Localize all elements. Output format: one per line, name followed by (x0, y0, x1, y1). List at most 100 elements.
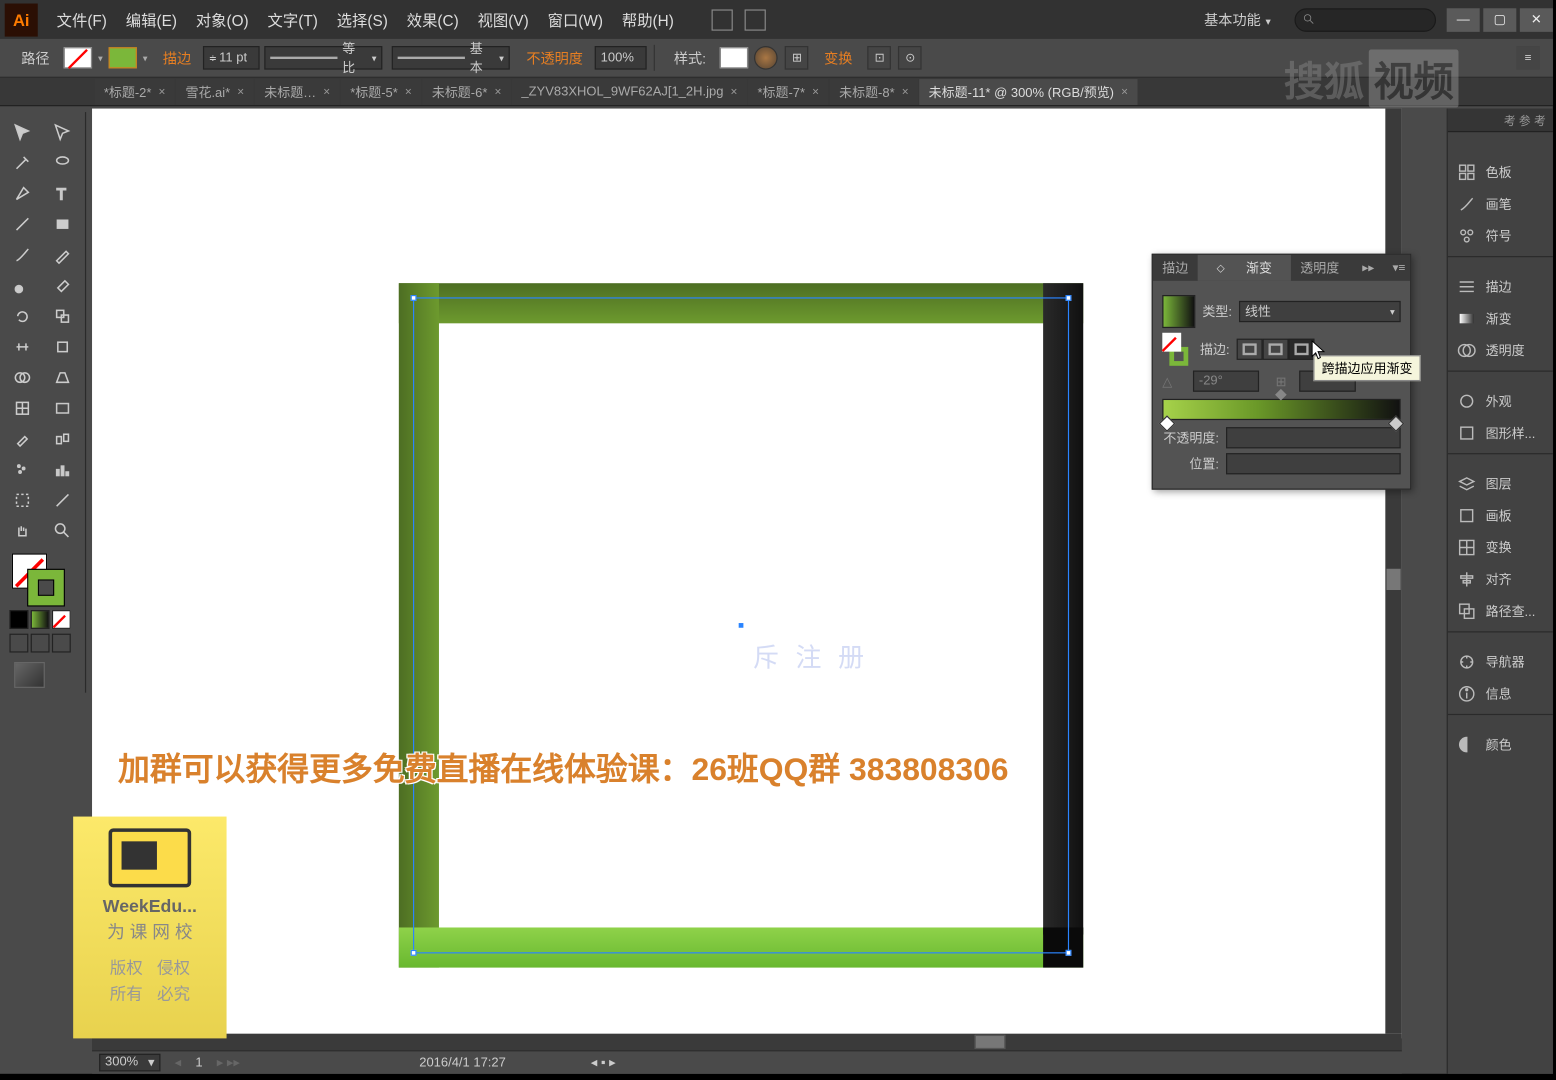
opacity-label[interactable]: 不透明度 (526, 48, 583, 68)
controlbar-menu-icon[interactable]: ≡ (1516, 46, 1540, 70)
rotate-tool[interactable] (4, 302, 42, 330)
panel-tab-gradient[interactable]: ◇渐变 (1198, 255, 1291, 281)
blend-tool[interactable] (44, 425, 82, 453)
draw-normal-button[interactable] (9, 634, 28, 653)
type-tool[interactable]: T (44, 179, 82, 207)
gradient-tool[interactable] (44, 394, 82, 422)
gradient-mode-button[interactable] (31, 610, 50, 629)
menu-view[interactable]: 视图(V) (468, 8, 538, 30)
menu-type[interactable]: 文字(T) (258, 8, 327, 30)
magic-wand-tool[interactable] (4, 149, 42, 177)
search-input[interactable] (1294, 8, 1436, 32)
stroke-gradient-along-button[interactable] (1263, 339, 1289, 360)
stop-opacity-input[interactable] (1226, 427, 1401, 448)
panel-tab-stroke[interactable]: 描边 (1153, 255, 1198, 281)
menu-object[interactable]: 对象(O) (186, 8, 258, 30)
maximize-button[interactable]: ▢ (1483, 8, 1516, 32)
minimize-button[interactable]: — (1447, 8, 1480, 32)
gradient-ramp[interactable] (1162, 399, 1400, 420)
stop-location-input[interactable] (1226, 453, 1401, 474)
direct-selection-tool[interactable] (44, 118, 82, 146)
panel-align[interactable]: 对齐 (1448, 563, 1553, 595)
paintbrush-tool[interactable] (4, 241, 42, 269)
edit-mask-icon[interactable]: ⊙ (898, 46, 922, 70)
panel-appearance[interactable]: 外观 (1448, 385, 1553, 417)
panel-collapse-icon[interactable]: ▸▸ (1358, 255, 1379, 281)
eyedropper-tool[interactable] (4, 425, 42, 453)
align-icon[interactable]: ⊞ (785, 46, 809, 70)
panel-menu-icon[interactable]: ▾≡ (1388, 255, 1410, 281)
brush-definition[interactable]: 基本 (392, 46, 510, 70)
fill-stroke-indicator[interactable] (12, 553, 64, 605)
tab-close-icon[interactable]: × (159, 86, 166, 99)
tab-close-icon[interactable]: × (902, 86, 909, 99)
gradient-preview-swatch[interactable] (1162, 295, 1195, 328)
selection-tool[interactable] (4, 118, 42, 146)
panel-swatches[interactable]: 色板 (1448, 156, 1553, 188)
stroke-width-input[interactable]: ≑11 pt (203, 46, 260, 70)
menu-effect[interactable]: 效果(C) (397, 8, 468, 30)
doc-tab-active[interactable]: 未标题-11* @ 300% (RGB/预览)× (919, 79, 1137, 105)
stroke-gradient-within-button[interactable] (1237, 339, 1263, 360)
panel-navigator[interactable]: 导航器 (1448, 645, 1553, 677)
menu-window[interactable]: 窗口(W) (538, 8, 612, 30)
stroke-label[interactable]: 描边 (163, 48, 191, 68)
slice-tool[interactable] (44, 486, 82, 514)
artboard-tool[interactable] (4, 486, 42, 514)
recolor-icon[interactable] (754, 46, 778, 70)
doc-tab[interactable]: _ZYV83XHOL_9WF62AJ[1_2H.jpg× (512, 79, 747, 105)
stroke-dropdown[interactable]: ▾ (139, 53, 151, 64)
menu-edit[interactable]: 编辑(E) (116, 8, 186, 30)
panel-brushes[interactable]: 画笔 (1448, 188, 1553, 220)
rectangle-tool[interactable] (44, 210, 82, 238)
doc-tab[interactable]: 雪花.ai*× (176, 79, 254, 105)
panel-gradient[interactable]: 渐变 (1448, 302, 1553, 334)
menu-select[interactable]: 选择(S) (327, 8, 397, 30)
doc-tab[interactable]: *标题-2*× (94, 79, 174, 105)
draw-behind-button[interactable] (31, 634, 50, 653)
draw-inside-button[interactable] (52, 634, 71, 653)
tab-close-icon[interactable]: × (237, 86, 244, 99)
opacity-input[interactable]: 100% (595, 46, 647, 70)
close-button[interactable]: ✕ (1520, 8, 1553, 32)
panel-transform[interactable]: 变换 (1448, 531, 1553, 563)
variable-width-profile[interactable]: 等比 (264, 46, 382, 70)
column-graph-tool[interactable] (44, 455, 82, 483)
bridge-icon[interactable] (712, 9, 733, 30)
panel-stroke[interactable]: 描边 (1448, 270, 1553, 302)
doc-tab[interactable]: *标题-5*× (341, 79, 421, 105)
horizontal-scrollbar[interactable] (92, 1034, 1402, 1051)
isolate-icon[interactable]: ⊡ (868, 46, 892, 70)
shape-builder-tool[interactable] (4, 363, 42, 391)
blob-brush-tool[interactable] (4, 271, 42, 299)
tab-close-icon[interactable]: × (1121, 86, 1128, 99)
menu-help[interactable]: 帮助(H) (612, 8, 683, 30)
eraser-tool[interactable] (44, 271, 82, 299)
color-mode-button[interactable] (9, 610, 28, 629)
perspective-grid-tool[interactable] (44, 363, 82, 391)
scale-tool[interactable] (44, 302, 82, 330)
doc-tab[interactable]: 未标题-8*× (830, 79, 918, 105)
doc-tab[interactable]: 未标题-6*× (422, 79, 510, 105)
width-tool[interactable] (4, 333, 42, 361)
panel-artboards[interactable]: 画板 (1448, 499, 1553, 531)
fill-dropdown[interactable]: ▾ (94, 53, 106, 64)
free-transform-tool[interactable] (44, 333, 82, 361)
line-tool[interactable] (4, 210, 42, 238)
tab-close-icon[interactable]: × (731, 86, 738, 99)
pencil-tool[interactable] (44, 241, 82, 269)
panel-color[interactable]: 颜色 (1448, 728, 1553, 760)
transform-label[interactable]: 变换 (824, 48, 852, 68)
stroke-indicator[interactable] (28, 570, 63, 605)
zoom-input[interactable]: 300%▾ (99, 1054, 160, 1072)
vertical-scrollbar[interactable] (1385, 109, 1402, 1034)
tab-close-icon[interactable]: × (812, 86, 819, 99)
panel-transparency[interactable]: 透明度 (1448, 334, 1553, 366)
tab-close-icon[interactable]: × (405, 86, 412, 99)
screen-mode-button[interactable] (14, 662, 45, 688)
graphic-style-swatch[interactable] (720, 47, 748, 68)
hand-tool[interactable] (4, 517, 42, 545)
artwork-rectangle[interactable] (399, 283, 1083, 967)
arrange-icon[interactable] (745, 9, 766, 30)
tab-close-icon[interactable]: × (323, 86, 330, 99)
